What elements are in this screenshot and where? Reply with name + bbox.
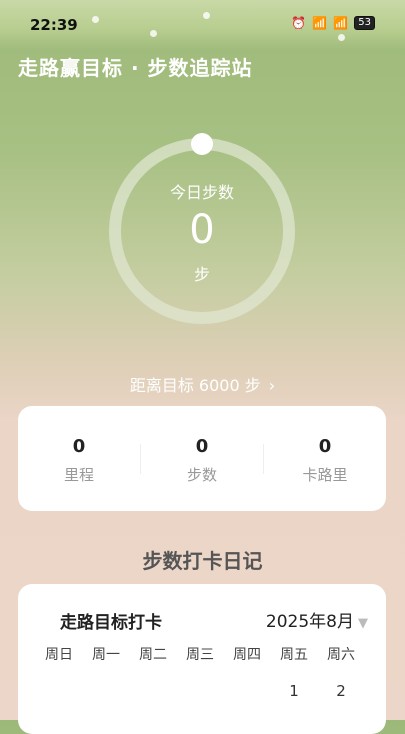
alarm-icon: ⏰	[291, 16, 307, 30]
status-icons: ⏰ 📶 📶 53	[291, 16, 375, 30]
calendar-card: 走路目标打卡 2025年8月 ▼ 周日 周一 周二 周三 周四 周五 周六 1 2	[18, 584, 386, 734]
diary-section-title: 步数打卡日记	[142, 549, 263, 573]
stat-label: 里程	[63, 466, 94, 484]
month-label: 2025年8月	[265, 612, 354, 632]
calendar-day[interactable]: 2	[318, 682, 364, 700]
page-title: 走路赢目标 · 步数追踪站	[18, 56, 253, 80]
stats-card: 0 里程 0 步数 0 卡路里	[18, 406, 386, 511]
stat-steps: 0 步数	[141, 406, 263, 511]
signal-icon: 📶	[312, 16, 328, 30]
goal-distance-link[interactable]: 距离目标 6000 步 ›	[0, 372, 405, 396]
stat-value: 0	[318, 436, 332, 457]
weekday-label: 周六	[327, 647, 355, 663]
calendar-day[interactable]: 1	[271, 682, 317, 700]
weekday-label: 周一	[92, 647, 120, 663]
triangle-down-icon: ▼	[358, 616, 368, 631]
goal-text: 距离目标 6000 步	[129, 376, 261, 395]
ring-progress-knob	[191, 133, 213, 155]
weekday-label: 周二	[139, 647, 167, 663]
stat-calories: 0 卡路里	[264, 406, 386, 511]
stat-value: 0	[72, 436, 86, 457]
status-time: 22:39	[30, 16, 78, 34]
month-selector[interactable]: 2025年8月 ▼	[266, 607, 368, 632]
weekday-label: 周日	[45, 647, 73, 663]
weekday-label: 周三	[186, 647, 214, 663]
stat-distance: 0 里程	[18, 406, 140, 511]
status-bar: 22:39 ⏰ 📶 📶 53	[0, 0, 405, 44]
battery-icon: 53	[354, 16, 375, 30]
signal-icon: 📶	[333, 16, 349, 30]
calendar-title: 走路目标打卡	[60, 613, 162, 633]
steps-unit: 步	[193, 265, 210, 284]
chevron-right-icon: ›	[268, 376, 276, 395]
weekday-label: 周四	[233, 647, 261, 663]
stat-label: 步数	[186, 466, 217, 484]
weekday-label: 周五	[280, 647, 308, 663]
stat-value: 0	[195, 436, 209, 457]
today-steps-label: 今日步数	[169, 183, 234, 202]
stat-label: 卡路里	[302, 466, 348, 484]
step-ring[interactable]: 今日步数 0 步	[104, 133, 300, 329]
today-steps-value: 0	[189, 207, 215, 253]
